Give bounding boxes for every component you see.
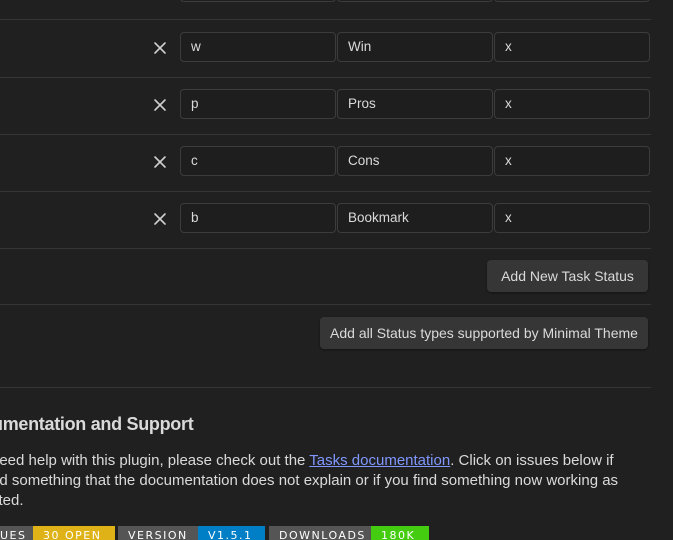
section-heading: umentation and Support	[0, 414, 194, 434]
tasks-documentation-link[interactable]: Tasks documentation	[309, 452, 450, 469]
support-text: nd something that the documentation does…	[0, 472, 619, 489]
tasks-settings-page: w Win x p Pros x c Cons x b Bookmark x A…	[0, 0, 673, 540]
status-symbol-input[interactable]: w	[180, 32, 336, 62]
downloads-badge[interactable]: DOWNLOADS 180K	[269, 526, 429, 540]
add-minimal-statuses-button[interactable]: Add all Status types supported by Minima…	[320, 317, 648, 349]
badge-label: UES	[0, 526, 33, 540]
version-badge[interactable]: VERSION V1.5.1	[118, 526, 265, 540]
badge-value: 30 OPEN	[33, 526, 115, 540]
status-row	[0, 0, 651, 20]
status-row: p Pros x	[0, 77, 651, 135]
badge-value: V1.5.1	[198, 526, 265, 540]
status-symbol-input[interactable]: b	[180, 203, 336, 233]
delete-status-icon[interactable]	[152, 211, 168, 227]
status-next-input[interactable]: x	[494, 146, 650, 176]
status-symbol-input[interactable]: p	[180, 89, 336, 119]
delete-status-icon[interactable]	[152, 154, 168, 170]
status-next-input[interactable]: x	[494, 89, 650, 119]
status-name-input[interactable]	[337, 0, 493, 2]
support-paragraph: need help with this plugin, please check…	[0, 451, 643, 511]
status-next-input[interactable]: x	[494, 203, 650, 233]
delete-status-icon[interactable]	[152, 40, 168, 56]
status-name-input[interactable]: Bookmark	[337, 203, 493, 233]
status-name-input[interactable]: Win	[337, 32, 493, 62]
status-next-input[interactable]	[494, 0, 650, 2]
section-divider	[0, 387, 651, 388]
divider	[0, 304, 651, 305]
status-name-input[interactable]: Cons	[337, 146, 493, 176]
delete-status-icon[interactable]	[152, 97, 168, 113]
status-row: w Win x	[0, 20, 651, 78]
status-name-input[interactable]: Pros	[337, 89, 493, 119]
status-next-input[interactable]: x	[494, 32, 650, 62]
status-symbol-input[interactable]	[180, 0, 336, 2]
support-text: cted.	[0, 492, 24, 509]
badge-label: DOWNLOADS	[269, 526, 371, 540]
status-row: c Cons x	[0, 134, 651, 192]
add-new-task-status-button[interactable]: Add New Task Status	[487, 260, 648, 292]
badge-label: VERSION	[118, 526, 198, 540]
status-symbol-input[interactable]: c	[180, 146, 336, 176]
support-text: . Click on issues below if	[450, 452, 614, 469]
badge-value: 180K	[371, 526, 429, 540]
status-row: b Bookmark x	[0, 191, 651, 249]
support-text: need help with this plugin, please check…	[0, 452, 310, 469]
issues-badge[interactable]: UES 30 OPEN	[0, 526, 115, 540]
